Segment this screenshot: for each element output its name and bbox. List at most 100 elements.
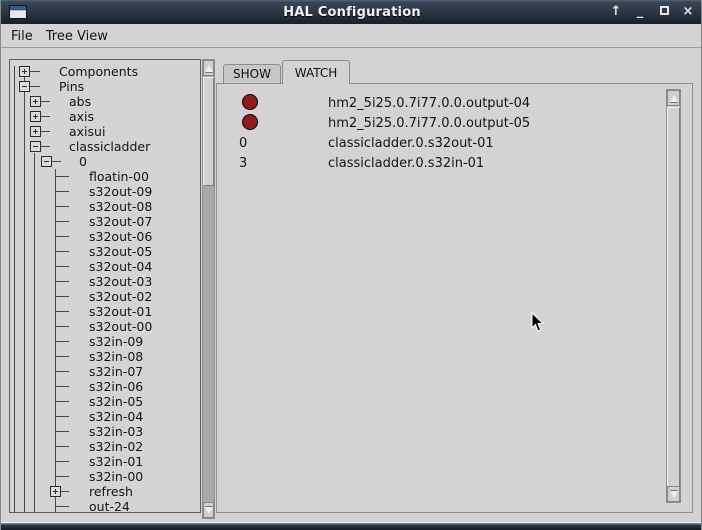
window-icon: [9, 5, 27, 19]
tree-item-s32in-00[interactable]: s32in-00: [10, 469, 200, 484]
tree-branch-line: [55, 266, 69, 267]
tree-item-label: s32out-04: [89, 259, 153, 274]
tree-item-label: s32in-06: [89, 379, 144, 394]
tree-item-s32in-02[interactable]: s32in-02: [10, 439, 200, 454]
collapse-icon[interactable]: [30, 141, 41, 152]
tab-show-label: SHOW: [233, 67, 271, 81]
tree-branch-line: [29, 71, 40, 72]
menu-tree-view[interactable]: Tree View: [46, 28, 108, 44]
tree-item-axis[interactable]: axis: [10, 109, 200, 124]
tree-item-s32out-06[interactable]: s32out-06: [10, 229, 200, 244]
tree-item-s32out-08[interactable]: s32out-08: [10, 199, 200, 214]
tree-item-s32out-03[interactable]: s32out-03: [10, 274, 200, 289]
tree-item-label: s32in-01: [89, 454, 144, 469]
tree-item-s32in-09[interactable]: s32in-09: [10, 334, 200, 349]
expand-icon[interactable]: [19, 66, 30, 77]
tree-item-s32in-03[interactable]: s32in-03: [10, 424, 200, 439]
tree-item-label: Components: [59, 64, 139, 79]
tree-scrollbar[interactable]: [202, 59, 215, 519]
down-arrow-icon: [204, 506, 213, 514]
tree-item-s32in-04[interactable]: s32in-04: [10, 409, 200, 424]
tab-show[interactable]: SHOW: [223, 64, 281, 83]
tree-item-s32out-01[interactable]: s32out-01: [10, 304, 200, 319]
watch-pin-name: hm2_5i25.0.7i77.0.0.output-04: [328, 96, 531, 111]
tree-item-label: Pins: [59, 79, 85, 94]
tree-branch-line: [55, 191, 69, 192]
tree-item-abs[interactable]: abs: [10, 94, 200, 109]
collapse-icon[interactable]: [19, 81, 30, 92]
expand-icon[interactable]: [50, 486, 61, 497]
tab-watch[interactable]: WATCH: [282, 60, 350, 84]
tree-item-s32out-02[interactable]: s32out-02: [10, 289, 200, 304]
tree-item-label: s32in-02: [89, 439, 144, 454]
tree-item-label: s32in-00: [89, 469, 144, 484]
watch-row[interactable]: hm2_5i25.0.7i77.0.0.output-05: [217, 113, 692, 133]
tree-branch-line: [40, 131, 50, 132]
expand-icon[interactable]: [30, 111, 41, 122]
window-bottom-edge: [1, 522, 701, 530]
scroll-up-button[interactable]: [203, 60, 214, 76]
tree-item-0[interactable]: 0: [10, 154, 200, 169]
tree-item-s32in-05[interactable]: s32in-05: [10, 394, 200, 409]
tree-branch-line: [29, 86, 40, 87]
watch-value: 3: [239, 156, 248, 171]
led-indicator-icon: [242, 114, 258, 130]
expand-icon[interactable]: [30, 96, 41, 107]
tree-scrollbar-thumb[interactable]: [203, 77, 214, 186]
minimize-icon[interactable]: _: [633, 5, 647, 19]
scroll-down-button[interactable]: [203, 502, 214, 518]
expand-icon[interactable]: [30, 126, 41, 137]
collapse-icon[interactable]: [41, 156, 52, 167]
up-arrow-icon: [204, 64, 213, 72]
watch-scrollbar[interactable]: [666, 89, 681, 503]
watch-row[interactable]: 3 classicladder.0.s32in-01: [217, 153, 692, 173]
tree-branch-line: [55, 341, 69, 342]
tree-item-s32out-07[interactable]: s32out-07: [10, 214, 200, 229]
watch-value: 0: [239, 136, 248, 151]
menu-file[interactable]: File: [11, 28, 33, 44]
tree-item-axisui[interactable]: axisui: [10, 124, 200, 139]
tree-item-s32in-07[interactable]: s32in-07: [10, 364, 200, 379]
scroll-down-button[interactable]: [667, 486, 680, 502]
tree-item-s32in-01[interactable]: s32in-01: [10, 454, 200, 469]
tree-item-s32out-09[interactable]: s32out-09: [10, 184, 200, 199]
tree-item-Components[interactable]: Components: [10, 64, 200, 79]
tree-item-label: s32in-08: [89, 349, 144, 364]
mouse-cursor: [531, 312, 545, 332]
scroll-up-button[interactable]: [667, 90, 680, 106]
watch-scrollbar-thumb[interactable]: [667, 107, 680, 487]
tree-item-label: floatin-00: [89, 169, 149, 184]
maximize-icon[interactable]: [657, 0, 671, 24]
watch-row[interactable]: 0 classicladder.0.s32out-01: [217, 133, 692, 153]
menubar: File Tree View: [1, 24, 701, 48]
tree-item-s32out-04[interactable]: s32out-04: [10, 259, 200, 274]
tree-item-refresh[interactable]: refresh: [10, 484, 200, 499]
tree-item-Pins[interactable]: Pins: [10, 79, 200, 94]
tree-branch-line: [40, 101, 50, 102]
titlebar[interactable]: HAL Configuration ↑ _ ×: [1, 0, 701, 24]
tree-item-s32out-00[interactable]: s32out-00: [10, 319, 200, 334]
tree-item-s32in-08[interactable]: s32in-08: [10, 349, 200, 364]
watch-pin-name: classicladder.0.s32out-01: [328, 136, 494, 151]
tree-item-label: s32out-07: [89, 214, 153, 229]
tree-item-s32out-05[interactable]: s32out-05: [10, 244, 200, 259]
tree-item-label: axis: [69, 109, 95, 124]
tab-watch-label: WATCH: [294, 65, 338, 80]
tree-branch-line: [55, 461, 69, 462]
tree-branch-line: [61, 491, 69, 492]
close-icon[interactable]: ×: [681, 0, 695, 24]
tree-branch-line: [55, 311, 69, 312]
tree-branch-line: [51, 161, 61, 162]
tree-branch-line: [55, 386, 69, 387]
down-arrow-icon: [669, 490, 678, 498]
watch-row[interactable]: hm2_5i25.0.7i77.0.0.output-04: [217, 93, 692, 113]
shade-icon[interactable]: ↑: [609, 0, 623, 24]
tree-item-out-24[interactable]: out-24: [10, 499, 200, 512]
tree-item-label: s32in-09: [89, 334, 144, 349]
tree-branch-line: [55, 206, 69, 207]
tree-branch-line: [55, 236, 69, 237]
tree-item-s32in-06[interactable]: s32in-06: [10, 379, 200, 394]
tree-panel[interactable]: Components Pins abs axis axisui classicladder…: [9, 59, 201, 513]
tree-item-classicladder[interactable]: classicladder: [10, 139, 200, 154]
tree-item-floatin-00[interactable]: floatin-00: [10, 169, 200, 184]
